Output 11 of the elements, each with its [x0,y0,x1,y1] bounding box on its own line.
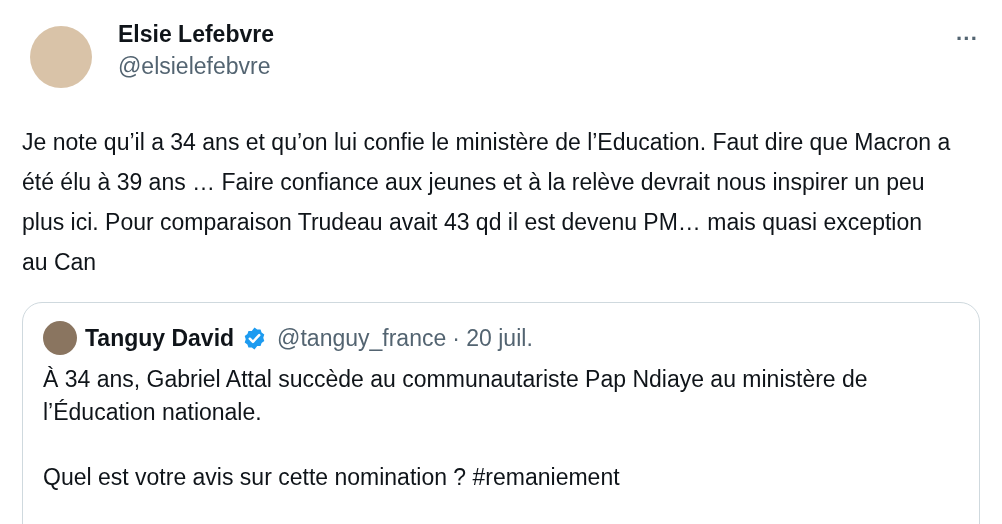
author-handle[interactable]: @elsielefebvre [118,50,954,82]
quoted-tweet-text: À 34 ans, Gabriel Attal succède au communautariste Pap Ndiaye au ministère de l’Éducation nationale. [43,365,869,427]
avatar-placeholder[interactable] [43,321,77,355]
quoted-tweet-card[interactable]: Tanguy David @tanguy_france · 20 juil. À 34 ans, Gabriel Attal succède au communautariste Pap Ndiaye au ministère de l’Éducation nationale. Quel est votre avis sur cette nomination ? #remaniement [22,302,980,524]
author-name[interactable]: Elsie Lefebvre [118,18,954,50]
tweet-text: Je note qu’il a 34 ans et qu’on lui confie le ministère de l’Education. Faut dire que Macron a été élu à 39 ans … Faire confiance aux jeunes et à la relève devrait nous inspirer un peu plus ici. Pour comparaison Trudeau avait 43 qd il est devenu PM… mais quasi exception au Can [22,128,952,277]
quoted-tweet-text: Quel est votre avis sur cette nomination ? #remaniement [43,463,621,492]
quoted-handle[interactable]: @tanguy_france [277,324,447,352]
quoted-author-name[interactable]: Tanguy David [85,324,235,352]
quoted-date[interactable]: · 20 juil. [452,324,533,352]
more-options-button[interactable]: ··· [954,26,980,52]
